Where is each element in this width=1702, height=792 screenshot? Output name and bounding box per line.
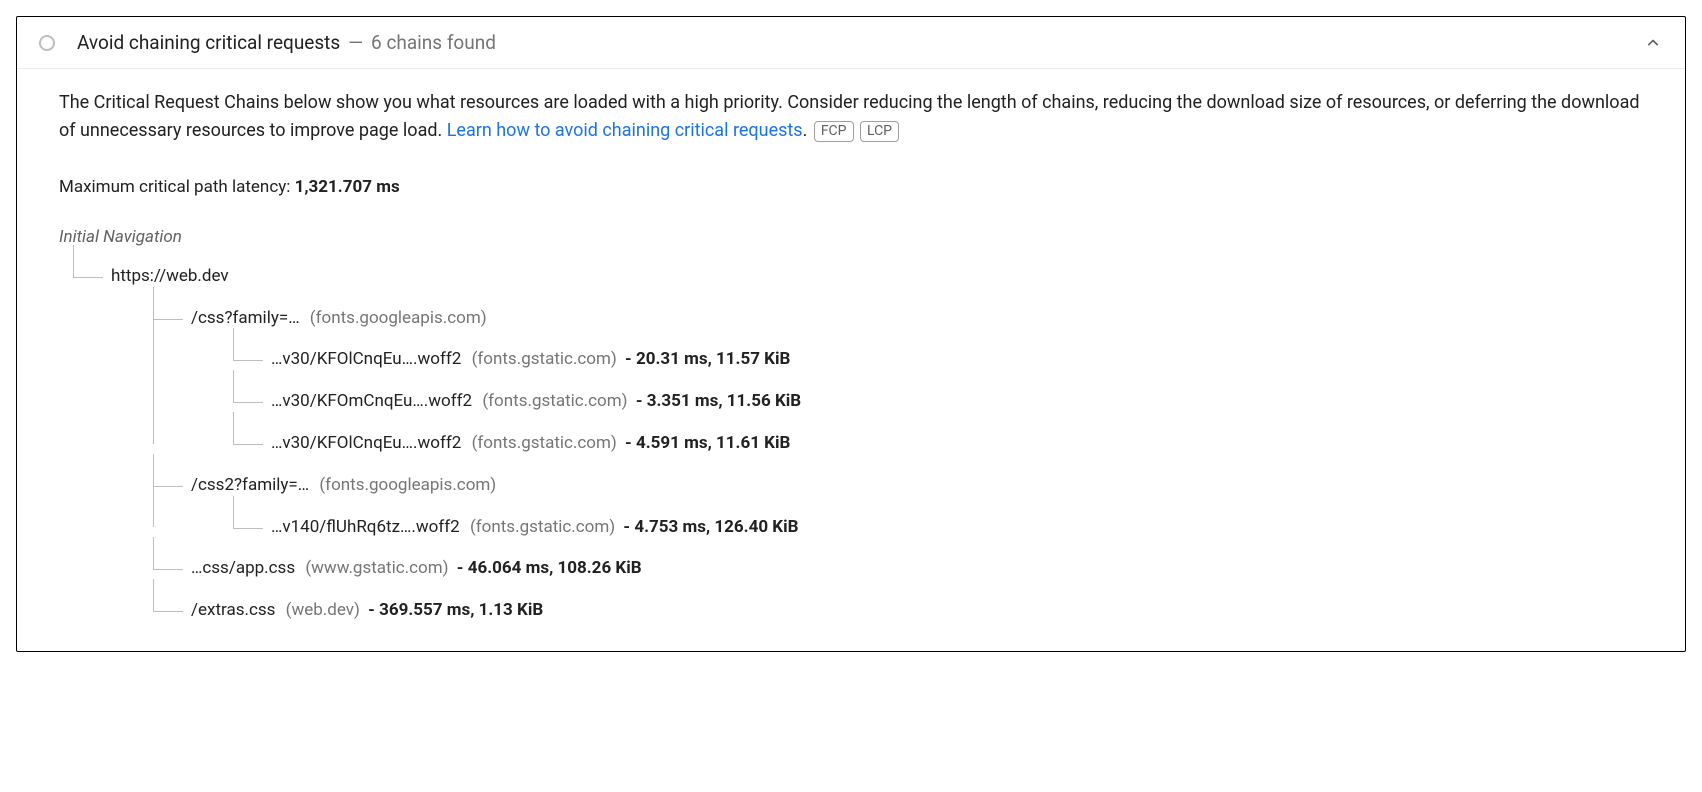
learn-more-link[interactable]: Learn how to avoid chaining critical req… [447, 120, 803, 141]
node-stats: - 369.557 ms, 1.13 KiB [368, 600, 543, 620]
tree-node: https://web.dev /css?family=… (fonts.goo… [73, 265, 1643, 623]
audit-title: Avoid chaining critical requests [77, 31, 340, 54]
node-stats: - 4.753 ms, 126.40 KiB [623, 517, 798, 537]
node-url: /css?family=… [191, 308, 300, 328]
fcp-badge: FCP [814, 121, 854, 142]
audit-body: The Critical Request Chains below show y… [17, 69, 1685, 651]
node-stats: - 46.064 ms, 108.26 KiB [457, 558, 642, 578]
audit-chain-count: 6 chains found [371, 31, 496, 54]
node-stats: - 3.351 ms, 11.56 KiB [636, 391, 801, 411]
max-latency: Maximum critical path latency: 1,321.707… [59, 177, 1643, 197]
tree-node: /extras.css (web.dev) - 369.557 ms, 1.13… [153, 599, 1643, 623]
description-period: . [803, 120, 808, 141]
tree-node: …v30/KFOmCnqEu….woff2 (fonts.gstatic.com… [233, 390, 1643, 414]
audit-description: The Critical Request Chains below show y… [59, 89, 1643, 145]
node-host: (web.dev) [286, 600, 360, 620]
tree-node: /css?family=… (fonts.googleapis.com) …v3… [153, 307, 1643, 456]
tree-node: …css/app.css (www.gstatic.com) - 46.064 … [153, 557, 1643, 581]
max-latency-value: 1,321.707 ms [295, 177, 400, 197]
lcp-badge: LCP [860, 121, 899, 142]
node-url: …v140/flUhRq6tz….woff2 [271, 517, 460, 537]
node-url: /css2?family=… [191, 475, 309, 495]
node-stats: - 20.31 ms, 11.57 KiB [625, 349, 790, 369]
tree-node: …v140/flUhRq6tz….woff2 (fonts.gstatic.co… [233, 516, 1643, 540]
request-chain-tree: https://web.dev /css?family=… (fonts.goo… [59, 265, 1643, 623]
node-host: (fonts.gstatic.com) [472, 433, 617, 453]
node-host: (fonts.gstatic.com) [472, 349, 617, 369]
node-url: …css/app.css [191, 558, 295, 578]
node-url: …v30/KFOmCnqEu….woff2 [271, 391, 472, 411]
status-neutral-icon [39, 35, 55, 51]
audit-header[interactable]: Avoid chaining critical requests — 6 cha… [17, 17, 1685, 69]
node-host: (fonts.gstatic.com) [470, 517, 615, 537]
node-url: …v30/KFOlCnqEu….woff2 [271, 349, 461, 369]
node-url: /extras.css [191, 600, 275, 620]
tree-node: …v30/KFOlCnqEu….woff2 (fonts.gstatic.com… [233, 348, 1643, 372]
tree-node: /css2?family=… (fonts.googleapis.com) …v… [153, 474, 1643, 540]
audit-card: Avoid chaining critical requests — 6 cha… [16, 16, 1686, 652]
tree-root-label: Initial Navigation [59, 227, 1643, 247]
node-host: (fonts.gstatic.com) [482, 391, 627, 411]
node-url: …v30/KFOlCnqEu….woff2 [271, 433, 461, 453]
node-url: https://web.dev [111, 266, 229, 286]
node-stats: - 4.591 ms, 11.61 KiB [625, 433, 790, 453]
tree-node: …v30/KFOlCnqEu….woff2 (fonts.gstatic.com… [233, 432, 1643, 456]
node-host: (fonts.googleapis.com) [319, 475, 496, 495]
node-host: (www.gstatic.com) [305, 558, 448, 578]
chevron-up-icon[interactable] [1643, 33, 1663, 53]
dash-separator: — [348, 31, 363, 54]
max-latency-label: Maximum critical path latency: [59, 177, 295, 197]
node-host: (fonts.googleapis.com) [310, 308, 487, 328]
